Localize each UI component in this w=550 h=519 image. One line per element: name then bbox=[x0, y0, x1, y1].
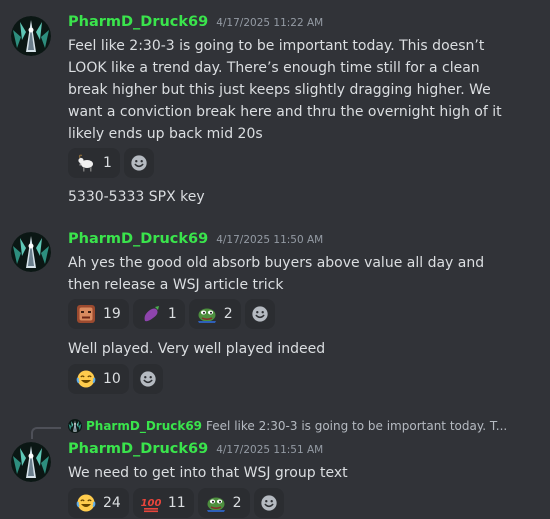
message-line: break higher but this just keeps slightl… bbox=[68, 82, 491, 98]
message-line: We need to get into that WSJ group text bbox=[68, 465, 348, 481]
reply-author[interactable]: PharmD_Druck69 bbox=[86, 419, 202, 433]
author-name[interactable]: PharmD_Druck69 bbox=[68, 441, 208, 457]
reaction-hundred[interactable]: 11 bbox=[132, 488, 194, 518]
reaction-count: 1 bbox=[167, 306, 177, 322]
angry-face-emoji-icon bbox=[76, 304, 96, 324]
reply-preview[interactable]: PharmD_Druck69 Feel like 2:30-3 is going… bbox=[68, 419, 507, 433]
timestamp: 4/17/2025 11:50 AM bbox=[216, 234, 324, 246]
reaction-bar: 10 bbox=[68, 364, 163, 394]
author-name[interactable]: PharmD_Druck69 bbox=[68, 231, 208, 247]
smiley-icon bbox=[251, 305, 269, 323]
reaction-joy[interactable]: 10 bbox=[68, 364, 129, 394]
avatar[interactable] bbox=[11, 16, 51, 56]
message-header: PharmD_Druck69 4/17/2025 11:22 AM bbox=[68, 14, 323, 30]
reaction-eggplant[interactable]: 1 bbox=[132, 299, 185, 329]
reaction-joy[interactable]: 24 bbox=[68, 488, 129, 518]
smiley-icon bbox=[260, 494, 278, 512]
message-line: then release a WSJ article trick bbox=[68, 277, 284, 293]
reply-text[interactable]: Feel like 2:30-3 is going to be importan… bbox=[206, 419, 507, 433]
smiley-icon bbox=[130, 154, 148, 172]
message-line: 5330-5333 SPX key bbox=[68, 189, 205, 205]
reaction-bar: 24 11 2 bbox=[68, 488, 284, 518]
reaction-count: 10 bbox=[103, 371, 121, 387]
reply-avatar-icon bbox=[68, 419, 82, 433]
add-reaction-button[interactable] bbox=[244, 299, 275, 329]
reaction-count: 2 bbox=[223, 306, 233, 322]
message-content: We need to get into that WSJ group text bbox=[68, 462, 508, 484]
message-header: PharmD_Druck69 4/17/2025 11:50 AM bbox=[68, 231, 323, 247]
reaction-count: 11 bbox=[167, 495, 186, 511]
reaction-pepe[interactable]: 2 bbox=[188, 299, 241, 329]
pepe-emoji-icon bbox=[206, 493, 226, 513]
message-content: 5330-5333 SPX key bbox=[68, 186, 508, 208]
reaction-pepe[interactable]: 2 bbox=[197, 488, 250, 518]
joy-emoji-icon bbox=[76, 493, 96, 513]
hundred-emoji-icon bbox=[141, 493, 161, 513]
message-line: Well played. Very well played indeed bbox=[68, 341, 326, 357]
message-content: Feel like 2:30-3 is going to be importan… bbox=[68, 35, 508, 145]
chat-message-list: PharmD_Druck69 4/17/2025 11:22 AM Feel l… bbox=[0, 0, 550, 519]
eggplant-emoji-icon bbox=[141, 304, 161, 324]
reply-spine bbox=[31, 427, 61, 439]
reaction-bar: 19 1 2 bbox=[68, 299, 275, 329]
avatar[interactable] bbox=[11, 232, 51, 272]
add-reaction-button[interactable] bbox=[253, 488, 284, 518]
message-line: Ah yes the good old absorb buyers above … bbox=[68, 255, 485, 271]
add-reaction-button[interactable] bbox=[132, 364, 163, 394]
reaction-goat[interactable]: 1 bbox=[68, 148, 120, 178]
message-content: Well played. Very well played indeed bbox=[68, 338, 508, 360]
reaction-count: 19 bbox=[103, 306, 121, 322]
joy-emoji-icon bbox=[76, 369, 96, 389]
message-line: LOOK like a trend day. There’s enough ti… bbox=[68, 60, 480, 76]
message-line: Feel like 2:30-3 is going to be importan… bbox=[68, 38, 485, 54]
message-content: Ah yes the good old absorb buyers above … bbox=[68, 252, 508, 296]
message-header: PharmD_Druck69 4/17/2025 11:51 AM bbox=[68, 441, 323, 457]
timestamp: 4/17/2025 11:51 AM bbox=[216, 444, 324, 456]
smiley-icon bbox=[139, 370, 157, 388]
goat-emoji-icon bbox=[76, 153, 96, 173]
timestamp: 4/17/2025 11:22 AM bbox=[216, 17, 324, 29]
message-line: want a conviction break here and thru th… bbox=[68, 104, 502, 120]
reaction-count: 1 bbox=[103, 155, 112, 171]
author-name[interactable]: PharmD_Druck69 bbox=[68, 14, 208, 30]
reaction-count: 24 bbox=[103, 495, 121, 511]
reaction-count: 2 bbox=[232, 495, 242, 511]
add-reaction-button[interactable] bbox=[123, 148, 154, 178]
message-line: likely ends up back mid 20s bbox=[68, 126, 263, 142]
avatar[interactable] bbox=[11, 442, 51, 482]
reaction-angry[interactable]: 19 bbox=[68, 299, 129, 329]
reaction-bar: 1 bbox=[68, 148, 154, 178]
pepe-emoji-icon bbox=[197, 304, 217, 324]
